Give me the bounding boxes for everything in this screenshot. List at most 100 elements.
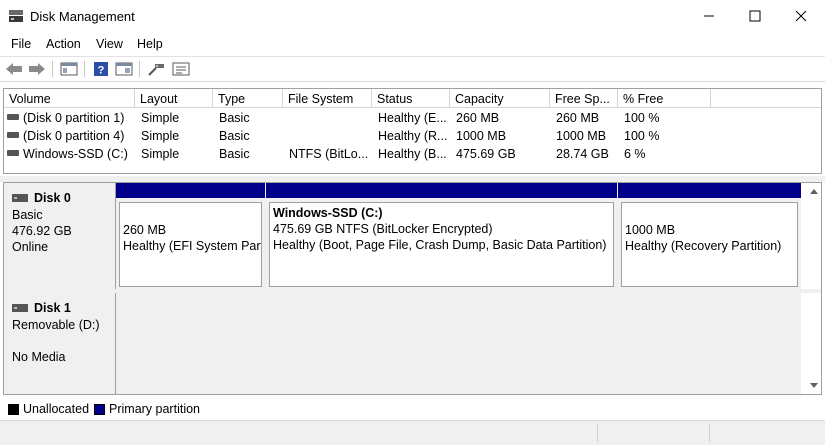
column-header-percent-free[interactable]: % Free (618, 89, 711, 108)
partition-windows-ssd[interactable]: Windows-SSD (C:) 475.69 GB NTFS (BitLock… (266, 183, 617, 289)
volume-free-space: 260 MB (556, 111, 600, 125)
help-icon[interactable]: ? (91, 60, 111, 78)
menu-file[interactable]: File (11, 37, 31, 51)
window-title: Disk Management (30, 9, 135, 24)
volume-drive-icon (7, 149, 19, 156)
disk-1-info[interactable]: Disk 1 Removable (D:) No Media (4, 293, 116, 394)
column-header-type[interactable]: Type (213, 89, 283, 108)
column-header-volume[interactable]: Volume (4, 89, 135, 108)
volume-capacity: 260 MB (456, 111, 500, 125)
legend-item-unallocated: Unallocated (8, 402, 89, 416)
volume-name: Windows-SSD (C:) (23, 147, 128, 161)
toolbar-separator (139, 61, 140, 77)
volume-drive-icon (7, 113, 19, 120)
column-header-free-space[interactable]: Free Sp... (550, 89, 618, 108)
volume-status: Healthy (E... (378, 111, 447, 125)
volume-capacity: 475.69 GB (456, 147, 516, 161)
toolbar-separator (84, 61, 85, 77)
title-bar: Disk Management (0, 0, 825, 34)
primary-partition-swatch (94, 403, 105, 415)
connect-icon[interactable] (146, 60, 166, 78)
status-divider (597, 424, 598, 442)
disk-drive-icon (12, 191, 28, 205)
disk-1-name: Disk 1 (34, 301, 71, 315)
primary-partition-bar (116, 183, 265, 198)
volume-capacity: 1000 MB (456, 129, 507, 143)
column-header-layout[interactable]: Layout (135, 89, 213, 108)
disk-management-app-icon (8, 9, 24, 23)
legend-label: Unallocated (23, 402, 90, 416)
volume-percent-free: 6 % (624, 147, 646, 161)
disk-1-size (12, 334, 115, 348)
table-row[interactable]: Windows-SSD (C:) Simple Basic NTFS (BitL… (4, 145, 821, 163)
volume-status: Healthy (B... (378, 147, 447, 161)
volume-drive-icon (7, 131, 19, 138)
volume-list-header: Volume Layout Type File System Status Ca… (4, 89, 821, 108)
svg-text:?: ? (98, 65, 105, 77)
disk-0-name: Disk 0 (34, 191, 71, 205)
volume-free-space: 1000 MB (556, 129, 607, 143)
close-button[interactable] (778, 0, 824, 32)
volume-list: Volume Layout Type File System Status Ca… (3, 88, 822, 174)
volume-free-space: 28.74 GB (556, 147, 609, 161)
column-header-file-system[interactable]: File System (283, 89, 372, 108)
table-row[interactable]: (Disk 0 partition 1) Simple Basic Health… (4, 109, 821, 127)
volume-layout: Simple (141, 147, 180, 161)
volume-layout: Simple (141, 129, 180, 143)
volume-percent-free: 100 % (624, 129, 660, 143)
primary-partition-bar (266, 183, 617, 198)
volume-name: (Disk 0 partition 1) (23, 111, 125, 125)
minimize-button[interactable] (686, 0, 732, 32)
partition-size: 260 MB (123, 223, 167, 237)
primary-partition-bar (618, 183, 801, 198)
legend-label: Primary partition (109, 402, 200, 416)
column-header-capacity[interactable]: Capacity (450, 89, 550, 108)
unallocated-swatch (8, 403, 19, 415)
back-icon[interactable] (4, 60, 24, 78)
volume-type: Basic (219, 147, 250, 161)
partition-status: Healthy (EFI System Part (123, 239, 262, 253)
menu-view[interactable]: View (96, 37, 123, 51)
table-row[interactable]: (Disk 0 partition 4) Simple Basic Health… (4, 127, 821, 145)
volume-layout: Simple (141, 111, 180, 125)
properties-icon[interactable] (114, 60, 134, 78)
partition-name: Windows-SSD (C:) (273, 206, 383, 220)
disk-1-type: Removable (D:) (12, 318, 100, 332)
legend-item-primary: Primary partition (94, 402, 200, 416)
volume-percent-free: 100 % (624, 111, 660, 125)
menu-help[interactable]: Help (137, 37, 163, 51)
rescan-icon[interactable] (171, 60, 191, 78)
partition-recovery[interactable]: 1000 MB Healthy (Recovery Partition) (618, 183, 801, 289)
disk-graphical-view: Disk 0 Basic 476.92 GB Online 260 MB Hea… (3, 182, 822, 395)
volume-status: Healthy (R... (378, 129, 448, 143)
scroll-down-arrow-icon[interactable] (809, 381, 819, 391)
menu-action[interactable]: Action (46, 37, 81, 51)
partition-size: 475.69 GB NTFS (BitLocker Encrypted) (273, 222, 493, 236)
status-bar (0, 420, 825, 445)
volume-type: Basic (219, 129, 250, 143)
disk-0-partitions: 260 MB Healthy (EFI System Part Windows-… (116, 183, 801, 289)
volume-name: (Disk 0 partition 4) (23, 129, 125, 143)
volume-file-system: NTFS (BitLo... (289, 147, 369, 161)
maximize-button[interactable] (732, 0, 778, 32)
disk-0-state: Online (12, 240, 49, 254)
status-divider (709, 424, 710, 442)
partition-status: Healthy (Boot, Page File, Crash Dump, Ba… (273, 238, 607, 252)
toolbar-separator (52, 61, 53, 77)
forward-icon[interactable] (27, 60, 47, 78)
scroll-up-arrow-icon[interactable] (809, 186, 819, 196)
column-header-status[interactable]: Status (372, 89, 450, 108)
partition-efi[interactable]: 260 MB Healthy (EFI System Part (116, 183, 265, 289)
disk-0-size: 476.92 GB (12, 224, 72, 238)
disk-1-state: No Media (12, 350, 66, 364)
disk-0-info[interactable]: Disk 0 Basic 476.92 GB Online (4, 183, 116, 289)
toolbar: ? (0, 56, 825, 82)
disk-drive-icon (12, 301, 28, 315)
partition-status: Healthy (Recovery Partition) (625, 239, 782, 253)
disk-1-partitions (116, 293, 801, 394)
partition-size: 1000 MB (625, 223, 676, 237)
console-tree-icon[interactable] (59, 60, 79, 78)
legend: Unallocated Primary partition (0, 398, 825, 420)
menu-bar: File Action View Help (0, 35, 825, 55)
volume-type: Basic (219, 111, 250, 125)
